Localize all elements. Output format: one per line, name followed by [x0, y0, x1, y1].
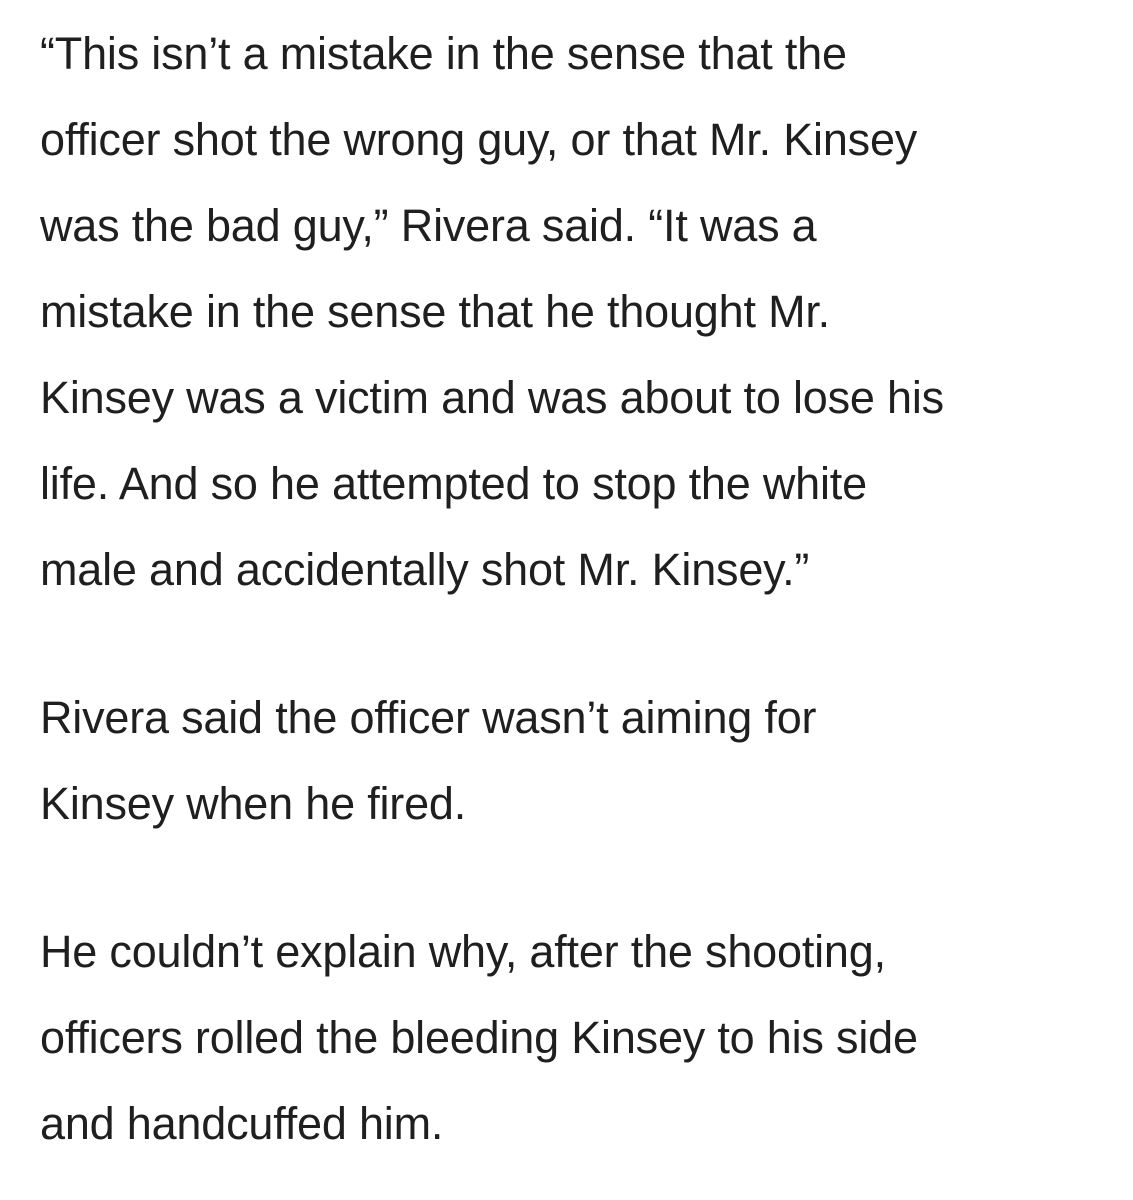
- paragraph-line: officers rolled the bleeding Kinsey to h…: [40, 1012, 918, 1063]
- paragraph-line: “This isn’t a mistake in the sense that …: [40, 28, 847, 79]
- paragraph-line: He couldn’t explain why, after the shoot…: [40, 926, 886, 977]
- paragraph-line: officer shot the wrong guy, or that Mr. …: [40, 114, 918, 165]
- paragraph-line: and handcuffed him.: [40, 1098, 444, 1149]
- paragraph-line: was the bad guy,” Rivera said. “It was a: [40, 200, 817, 251]
- paragraph-line: Kinsey when he fired.: [40, 778, 467, 829]
- paragraph-line: mistake in the sense that he thought Mr.: [40, 286, 830, 337]
- paragraph-line: life. And so he attempted to stop the wh…: [40, 458, 867, 509]
- paragraph-line: male and accidentally shot Mr. Kinsey.”: [40, 544, 810, 595]
- paragraph-line: Rivera said the officer wasn’t aiming fo…: [40, 692, 817, 743]
- paragraph-line: Kinsey was a victim and was about to los…: [40, 372, 944, 423]
